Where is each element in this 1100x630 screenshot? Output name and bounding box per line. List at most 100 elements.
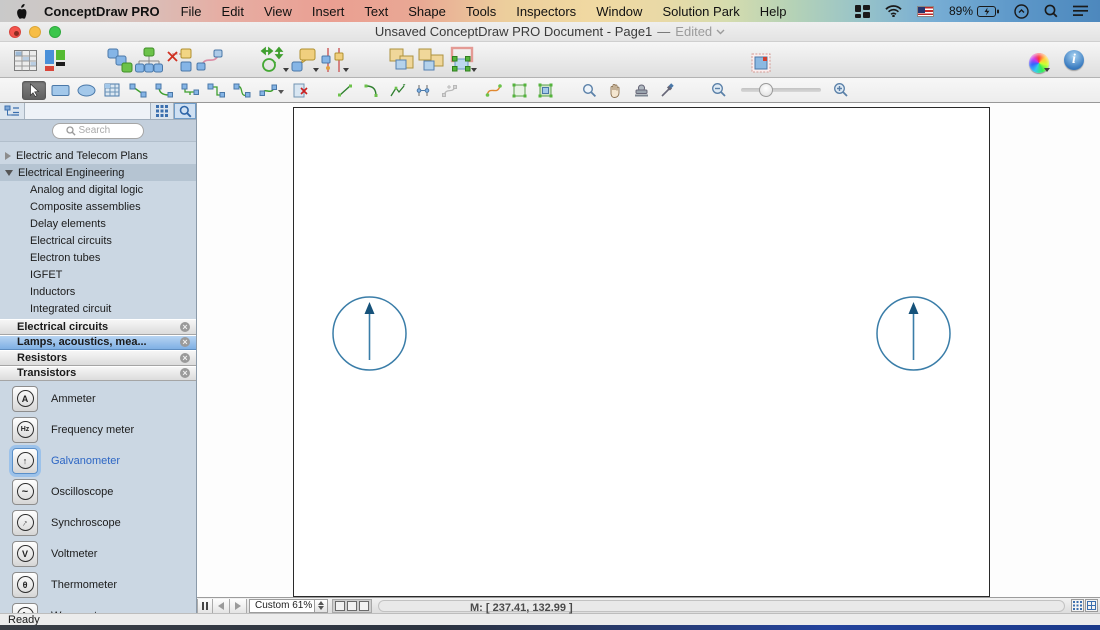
insert-picture-icon[interactable] xyxy=(746,45,776,75)
search-view-button[interactable] xyxy=(173,103,196,119)
zoom-tool[interactable] xyxy=(577,81,601,100)
galvanometer-shape[interactable] xyxy=(874,294,953,373)
voltmeter-icon[interactable]: V xyxy=(12,540,38,567)
synchroscope-icon[interactable]: ↑ xyxy=(12,509,38,536)
tree-child-electron-tubes[interactable]: Electron tubes xyxy=(0,249,196,266)
previous-page-button[interactable] xyxy=(213,598,230,613)
library-resistors[interactable]: Resistors × xyxy=(0,350,196,366)
tree-child-integrated-circuit[interactable]: Integrated circuit xyxy=(0,300,196,317)
shape-item-ammeter[interactable]: A Ammeter xyxy=(0,383,196,414)
menu-file[interactable]: File xyxy=(171,4,212,19)
arc-connector-tool[interactable] xyxy=(152,81,176,100)
tree-view-button[interactable] xyxy=(0,103,25,119)
menu-solution-park[interactable]: Solution Park xyxy=(652,4,749,19)
shape-item-frequency-meter[interactable]: Hz Frequency meter xyxy=(0,414,196,445)
menu-app-name[interactable]: ConceptDraw PRO xyxy=(33,4,171,19)
zoom-out-button[interactable] xyxy=(707,81,731,100)
page-tab-3[interactable] xyxy=(359,600,369,611)
icon-view-button[interactable] xyxy=(150,103,173,119)
select-tool[interactable] xyxy=(22,80,46,100)
eyedropper-tool[interactable] xyxy=(655,81,679,100)
minimize-window-button[interactable] xyxy=(29,26,41,38)
node-edit-tool[interactable] xyxy=(437,81,461,100)
window-title-bar[interactable]: Unsaved ConceptDraw PRO Document - Page1… xyxy=(0,22,1100,42)
shape-item-oscilloscope[interactable]: ~ Oscilloscope xyxy=(0,476,196,507)
thermometer-icon[interactable]: θ xyxy=(12,571,38,598)
notification-center-icon[interactable] xyxy=(1073,5,1088,17)
close-library-icon[interactable]: × xyxy=(180,352,190,363)
menu-help[interactable]: Help xyxy=(750,4,797,19)
close-window-button[interactable] xyxy=(9,26,21,38)
page-tab-1[interactable] xyxy=(335,600,345,611)
crop-page-tool[interactable] xyxy=(507,81,531,100)
polyline-tool[interactable] xyxy=(385,81,409,100)
galvanometer-icon[interactable]: ↑ xyxy=(12,447,38,474)
info-button[interactable]: i xyxy=(1064,49,1084,70)
arc-tool[interactable] xyxy=(359,81,383,100)
distribute-shapes-icon[interactable] xyxy=(318,45,349,75)
shape-item-galvanometer[interactable]: ↑ Galvanometer xyxy=(0,445,196,476)
zoom-slider[interactable] xyxy=(741,83,821,97)
tree-child-inductors[interactable]: Inductors xyxy=(0,283,196,300)
disclosure-expanded-icon[interactable] xyxy=(5,169,13,176)
menu-edit[interactable]: Edit xyxy=(212,4,254,19)
search-input[interactable] xyxy=(78,125,131,136)
ellipse-tool[interactable] xyxy=(74,81,98,100)
zoom-stepper[interactable] xyxy=(315,598,328,613)
disconnect-tool[interactable] xyxy=(289,81,313,100)
shape-item-wavemeter[interactable]: λ Wavemeter xyxy=(0,600,196,613)
library-filter-field[interactable] xyxy=(25,103,150,119)
search-input-pill[interactable] xyxy=(52,122,144,139)
spline-edit-tool[interactable] xyxy=(481,81,505,100)
shape-item-thermometer[interactable]: θ Thermometer xyxy=(0,569,196,600)
frame-selection-icon[interactable] xyxy=(446,45,477,75)
smart-connector-tool[interactable] xyxy=(256,81,284,100)
menu-view[interactable]: View xyxy=(254,4,302,19)
edited-label[interactable]: Edited xyxy=(675,24,712,39)
curve-connector-tool[interactable] xyxy=(230,81,254,100)
pause-layout-button[interactable] xyxy=(197,598,213,613)
pan-hand-tool[interactable] xyxy=(603,81,627,100)
close-library-icon[interactable]: × xyxy=(180,368,190,379)
mirror-tool[interactable] xyxy=(411,81,435,100)
menu-shape[interactable]: Shape xyxy=(398,4,456,19)
oscilloscope-icon[interactable]: ~ xyxy=(12,478,38,505)
menu-inspectors[interactable]: Inspectors xyxy=(506,4,586,19)
reroute-connectors-icon[interactable] xyxy=(164,45,194,75)
rectangle-tool[interactable] xyxy=(48,81,72,100)
shape-item-synchroscope[interactable]: ↑ Synchroscope xyxy=(0,507,196,538)
callout-tool-icon[interactable] xyxy=(288,45,319,75)
ungroup-shapes-icon[interactable] xyxy=(416,45,446,75)
workspace-layout-icon[interactable] xyxy=(40,45,70,75)
zoom-window-button[interactable] xyxy=(49,26,61,38)
grid-snap-button[interactable] xyxy=(1071,599,1084,612)
menu-window[interactable]: Window xyxy=(586,4,652,19)
library-electrical-circuits[interactable]: Electrical circuits × xyxy=(0,319,196,335)
zoom-slider-knob[interactable] xyxy=(759,83,773,97)
fit-page-tool[interactable] xyxy=(533,81,557,100)
workspace-grid-icon[interactable] xyxy=(854,4,870,18)
grid-view-button[interactable] xyxy=(1085,599,1098,612)
zoom-level-field[interactable]: Custom 61% xyxy=(249,598,315,613)
tree-item-electric-telecom[interactable]: Electric and Telecom Plans xyxy=(0,147,196,164)
edited-chevron-icon[interactable] xyxy=(716,29,725,35)
elbow-connector-tool[interactable] xyxy=(204,81,228,100)
tree-layout-icon[interactable] xyxy=(134,45,164,75)
wavemeter-icon[interactable]: λ xyxy=(12,602,38,613)
curved-connector-icon[interactable] xyxy=(194,45,224,75)
tree-child-composite[interactable]: Composite assemblies xyxy=(0,198,196,215)
battery-indicator[interactable]: 89% xyxy=(949,4,999,18)
wifi-icon[interactable] xyxy=(885,5,902,17)
tree-item-electrical-engineering[interactable]: Electrical Engineering xyxy=(0,164,196,181)
gauge-menu-icon[interactable] xyxy=(1014,3,1029,19)
shape-item-voltmeter[interactable]: V Voltmeter xyxy=(0,538,196,569)
page-tab-2[interactable] xyxy=(347,600,357,611)
chain-layout-icon[interactable] xyxy=(104,45,134,75)
close-library-icon[interactable]: × xyxy=(180,321,190,332)
tree-child-igfet[interactable]: IGFET xyxy=(0,266,196,283)
menu-tools[interactable]: Tools xyxy=(456,4,506,19)
table-tool[interactable] xyxy=(100,81,124,100)
disclosure-collapsed-icon[interactable] xyxy=(5,151,11,160)
frequency-meter-icon[interactable]: Hz xyxy=(12,416,38,443)
next-page-button[interactable] xyxy=(230,598,247,613)
